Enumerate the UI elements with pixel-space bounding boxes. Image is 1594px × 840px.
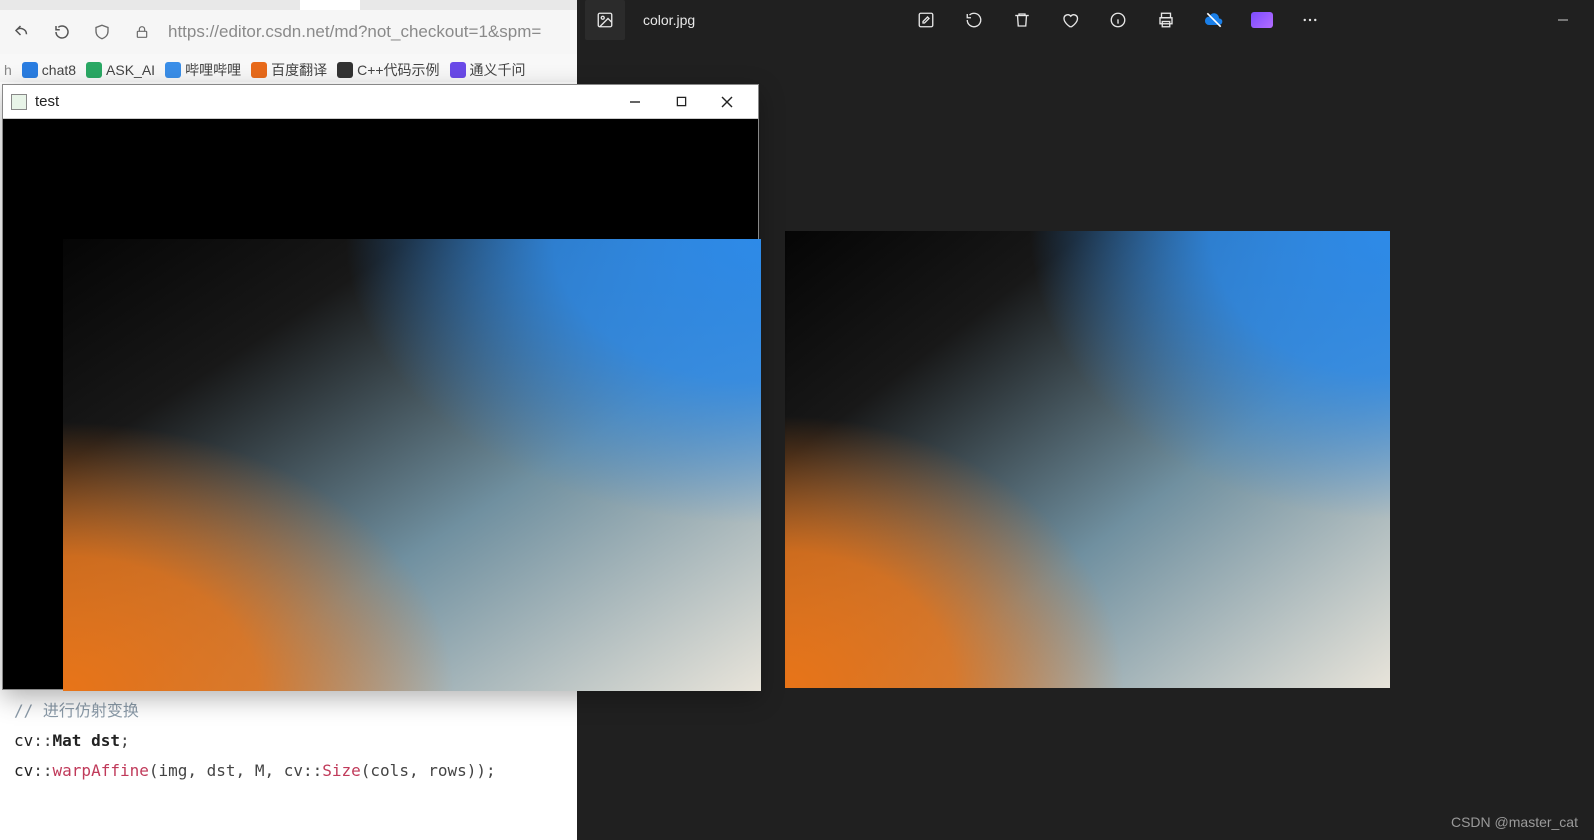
code-editor: // 进行仿射变换 cv::Mat dst; cv::warpAffine(im… [0,690,577,804]
bookmark-item[interactable]: C++代码示例 [337,60,439,80]
filename-label: color.jpg [643,12,695,28]
bookmark-label: 哔哩哔哩 [185,60,241,80]
rotate-icon[interactable] [952,0,996,40]
bookmark-item[interactable]: 哔哩哔哩 [165,60,241,80]
minimize-button[interactable] [612,85,658,119]
image-canvas [785,231,1390,688]
info-icon[interactable] [1096,0,1140,40]
browser-tab-strip[interactable] [0,0,577,10]
transformed-image [63,239,761,691]
bookmark-item[interactable]: 通义千问 [450,60,526,80]
edit-icon[interactable] [904,0,948,40]
print-icon[interactable] [1144,0,1188,40]
url-bar[interactable]: https://editor.csdn.net/md?not_checkout=… [168,22,569,42]
opencv-canvas [3,119,758,689]
bookmark-label: C++代码示例 [357,60,439,80]
bookmark-label: 通义千问 [470,60,526,80]
gallery-button[interactable] [585,0,625,40]
heart-icon[interactable] [1048,0,1092,40]
opencv-titlebar[interactable]: test [3,85,758,119]
maximize-button[interactable] [658,85,704,119]
watermark-label: CSDN @master_cat [1451,814,1578,830]
window-title: test [35,93,59,110]
bookmarks-bar: h chat8 ASK_AI 哔哩哔哩 百度翻译 C++代码示例 通义千问 [0,54,577,82]
photos-toolbar: color.jpg [577,0,1594,40]
reload-button[interactable] [48,18,76,46]
app-icon [11,94,27,110]
browser-navbar: https://editor.csdn.net/md?not_checkout=… [0,10,577,54]
minimize-button[interactable] [1540,0,1586,40]
trash-icon[interactable] [1000,0,1044,40]
bookmark-item[interactable]: 百度翻译 [251,60,327,80]
photos-window-controls [1540,0,1586,40]
bookmark-label: chat8 [42,62,76,78]
bookmark-label: ASK_AI [106,62,155,78]
code-comment: // 进行仿射变换 [14,701,139,720]
close-button[interactable] [704,85,750,119]
lock-icon[interactable] [128,18,156,46]
more-icon[interactable] [1288,0,1332,40]
clipchamp-icon[interactable] [1240,0,1284,40]
cloud-icon[interactable] [1192,0,1236,40]
bookmark-item[interactable]: ASK_AI [86,62,155,78]
shield-icon[interactable] [88,18,116,46]
bookmark-item[interactable]: chat8 [22,62,76,78]
back-button[interactable] [8,18,36,46]
bookmark-label: 百度翻译 [271,60,327,80]
opencv-window: test [2,84,759,690]
